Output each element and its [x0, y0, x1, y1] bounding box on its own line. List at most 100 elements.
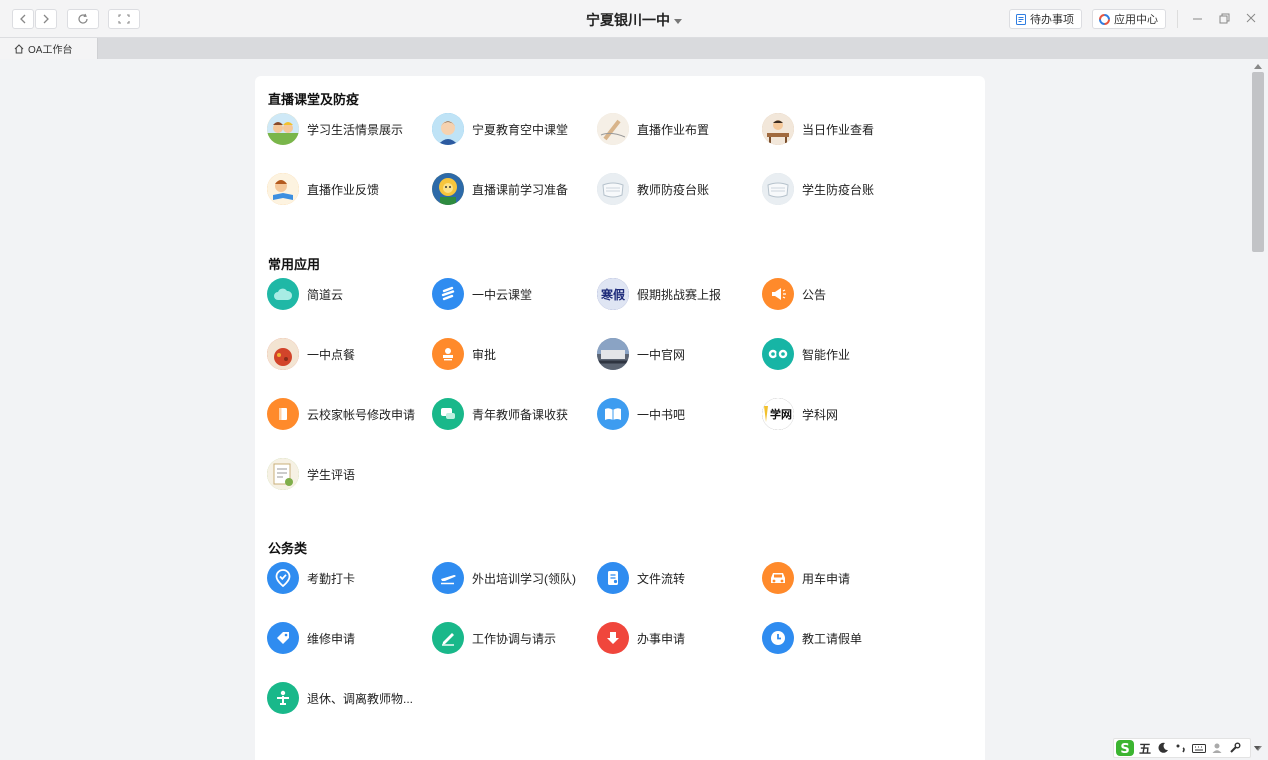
app-label: 云校家帐号修改申请 — [307, 407, 416, 422]
close-button[interactable] — [1244, 11, 1258, 25]
app-tile[interactable]: 教工请假单 — [762, 621, 922, 655]
app-tile[interactable]: 当日作业查看 — [762, 112, 922, 146]
minimize-button[interactable] — [1190, 11, 1204, 25]
app-tile[interactable]: 一中点餐 — [267, 337, 427, 371]
punctuation-icon[interactable] — [1172, 739, 1190, 757]
app-tile[interactable]: 退休、调离教师物... — [267, 681, 427, 715]
keyboard-icon[interactable] — [1190, 739, 1208, 757]
app-tile[interactable]: 青年教师备课收获 — [432, 397, 592, 431]
app-label: 审批 — [472, 347, 497, 362]
food-icon — [267, 338, 299, 370]
wrench-icon[interactable] — [1226, 739, 1244, 757]
app-label: 学习生活情景展示 — [307, 122, 404, 137]
app-label: 直播课前学习准备 — [472, 182, 569, 197]
lion-mascot-icon — [432, 173, 464, 205]
app-tile[interactable]: 云校家帐号修改申请 — [267, 397, 427, 431]
wrench-tag-icon — [267, 622, 299, 654]
section-title: 直播课堂及防疫 — [268, 92, 360, 107]
app-tile[interactable]: 公告 — [762, 277, 922, 311]
svg-text:寒假: 寒假 — [600, 287, 626, 302]
close-icon — [1246, 13, 1256, 23]
app-tile[interactable]: 宁夏教育空中课堂 — [432, 112, 592, 146]
app-tile[interactable]: 学生评语 — [267, 457, 427, 491]
app-label: 文件流转 — [637, 571, 686, 586]
app-label: 学生防疫台账 — [802, 182, 875, 197]
student-desk-icon — [762, 113, 794, 145]
app-tile[interactable]: 一中官网 — [597, 337, 757, 371]
mask-icon — [597, 173, 629, 205]
app-label: 用车申请 — [802, 571, 851, 586]
app-label: 办事申请 — [637, 631, 686, 646]
app-tile[interactable]: 维修申请 — [267, 621, 427, 655]
ime-expand-arrow-icon[interactable] — [1254, 746, 1260, 750]
home-icon — [14, 43, 24, 54]
app-tile[interactable]: 智能作业 — [762, 337, 922, 371]
app-tile[interactable]: 学生防疫台账 — [762, 172, 922, 206]
app-label: 公告 — [802, 287, 827, 302]
book-icon — [267, 398, 299, 430]
tab-oa-workbench[interactable]: OA工作台 — [0, 38, 98, 59]
app-tile[interactable]: 用车申请 — [762, 561, 922, 595]
app-tile[interactable]: 直播作业布置 — [597, 112, 757, 146]
megaphone-icon — [762, 278, 794, 310]
app-center-button[interactable]: 应用中心 — [1092, 9, 1166, 29]
writing-hand-icon — [597, 113, 629, 145]
boy-avatar-icon — [432, 113, 464, 145]
cartoon-kids-icon — [267, 113, 299, 145]
divider — [1177, 10, 1178, 28]
app-tile[interactable]: 一中书吧 — [597, 397, 757, 431]
app-label: 退休、调离教师物... — [307, 691, 414, 706]
sogou-logo-icon[interactable]: S — [1114, 739, 1136, 757]
app-tile[interactable]: 一中云课堂 — [432, 277, 592, 311]
scrollbar-thumb[interactable] — [1252, 72, 1264, 252]
app-label: 简道云 — [307, 287, 344, 302]
moon-icon[interactable] — [1154, 739, 1172, 757]
restore-button[interactable] — [1217, 11, 1231, 25]
building-photo-icon — [597, 338, 629, 370]
app-tile[interactable]: 审批 — [432, 337, 592, 371]
app-label: 工作协调与请示 — [472, 631, 557, 646]
app-tile[interactable]: 教师防疫台账 — [597, 172, 757, 206]
app-tile[interactable]: 学习生活情景展示 — [267, 112, 427, 146]
location-check-icon — [267, 562, 299, 594]
ime-mode[interactable]: 五 — [1136, 739, 1154, 757]
svg-text:学网: 学网 — [770, 407, 792, 421]
xueke-logo-icon: 学网 — [762, 398, 794, 430]
app-tile[interactable]: 工作协调与请示 — [432, 621, 592, 655]
app-center-label: 应用中心 — [1114, 14, 1158, 26]
app-tile[interactable]: 学网 学科网 — [762, 397, 922, 431]
minimize-icon — [1192, 18, 1202, 19]
app-tile[interactable]: 外出培训学习(领队) — [432, 561, 592, 595]
todo-button[interactable]: 待办事项 — [1009, 9, 1082, 29]
app-center-icon — [1099, 13, 1110, 25]
app-label: 智能作业 — [802, 347, 851, 362]
app-panel: 直播课堂及防疫学习生活情景展示 宁夏教育空中课堂 直播作业布置 当日作业查看直播作业反… — [255, 76, 985, 760]
app-tile[interactable]: 直播课前学习准备 — [432, 172, 592, 206]
user-icon[interactable] — [1208, 739, 1226, 757]
ime-toolbar[interactable]: S 五 — [1113, 738, 1251, 758]
app-label: 学科网 — [802, 407, 839, 422]
section-title: 常用应用 — [268, 257, 321, 272]
section-title: 公务类 — [268, 541, 308, 556]
window-title-text: 宁夏银川一中 — [586, 12, 670, 28]
app-label: 一中书吧 — [637, 407, 686, 422]
title-bar: 宁夏银川一中 待办事项 应用中心 — [0, 0, 1268, 38]
app-tile[interactable]: 简道云 — [267, 277, 427, 311]
caret-down-icon — [674, 18, 682, 24]
app-label: 直播作业反馈 — [307, 182, 380, 197]
app-tile[interactable]: 直播作业反馈 — [267, 172, 427, 206]
open-book-icon — [597, 398, 629, 430]
stamp-icon — [432, 338, 464, 370]
restore-icon — [1219, 13, 1229, 23]
app-label: 教师防疫台账 — [637, 182, 710, 197]
app-label: 教工请假单 — [802, 631, 863, 646]
chat-bubbles-icon — [432, 398, 464, 430]
app-tile[interactable]: 考勤打卡 — [267, 561, 427, 595]
app-tile[interactable]: 文件流转 — [597, 561, 757, 595]
app-label: 维修申请 — [307, 631, 356, 646]
app-tile[interactable]: 寒假 假期挑战赛上报 — [597, 277, 757, 311]
app-tile[interactable]: 办事申请 — [597, 621, 757, 655]
scroll-up-arrow-icon[interactable] — [1254, 64, 1262, 69]
airplane-icon — [432, 562, 464, 594]
tab-bar: OA工作台 — [0, 38, 1268, 59]
